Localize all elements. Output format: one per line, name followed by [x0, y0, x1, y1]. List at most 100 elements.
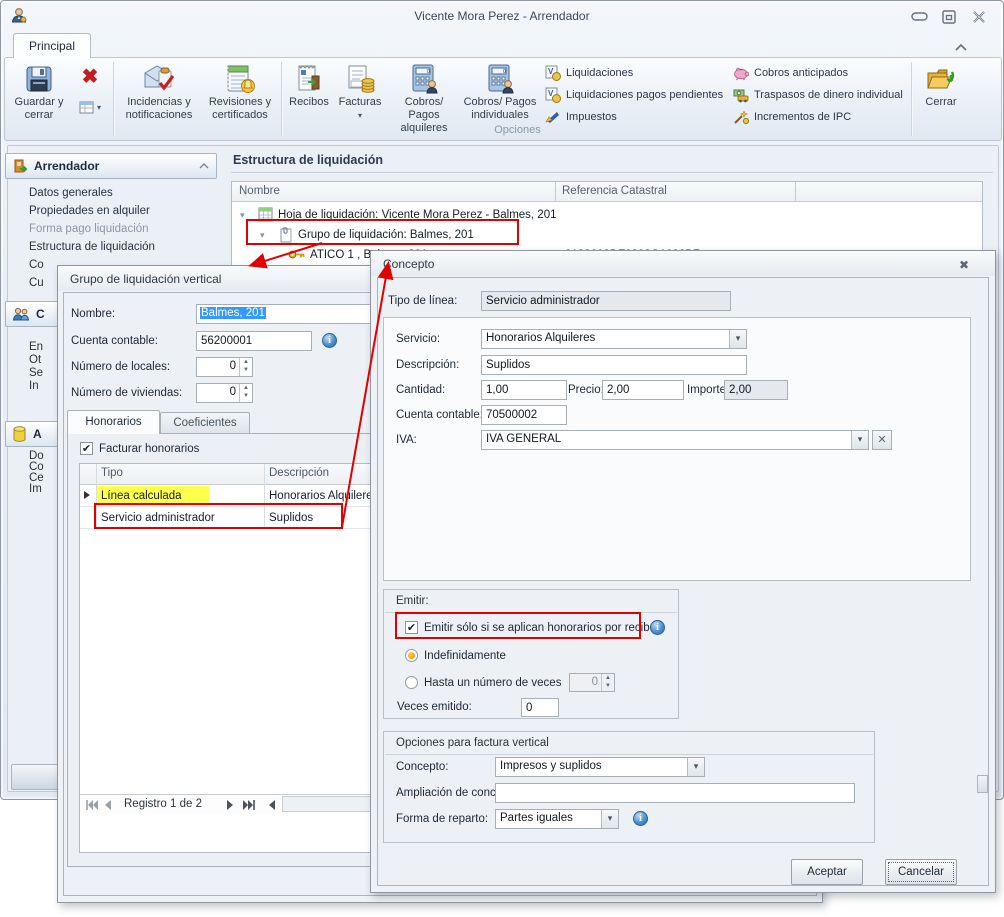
precio-input[interactable]: [602, 380, 684, 400]
first-record-button[interactable]: [85, 800, 99, 813]
cerrar-button[interactable]: Cerrar: [915, 62, 967, 109]
forma-reparto-combo[interactable]: Partes iguales ▾: [495, 809, 619, 829]
list-options-button[interactable]: ▾: [69, 96, 111, 118]
cell-tipo: Servicio administrador: [101, 512, 215, 524]
column-header-tipo[interactable]: Tipo: [101, 467, 123, 479]
cell-descripcion: Honorarios Alquileres: [269, 490, 378, 502]
maximize-button[interactable]: [941, 10, 957, 23]
spinner-arrows-icon[interactable]: ▲▼: [601, 674, 614, 691]
cobros-pagos-alquileres-button[interactable]: 0 Cobros/ Pagos alquileres: [389, 62, 459, 135]
aceptar-button[interactable]: Aceptar: [791, 859, 863, 885]
incrementos-ipc-item[interactable]: Incrementos de IPC: [733, 108, 851, 126]
revisiones-button[interactable]: Revisiones y certificados: [201, 62, 279, 122]
selected-text: Balmes, 201: [200, 307, 266, 319]
concepto-dialog-title[interactable]: Concepto: [371, 251, 995, 276]
sidebar-item-clipped[interactable]: En: [29, 341, 43, 353]
expand-icon[interactable]: ▾: [240, 210, 245, 221]
column-header-nombre[interactable]: Nombre: [239, 185, 280, 197]
tab-principal[interactable]: Principal: [13, 33, 91, 58]
iva-combo[interactable]: IVA GENERAL ▾: [481, 430, 869, 450]
dropdown-arrow-icon: ▾: [97, 103, 101, 112]
facturar-honorarios-label: Facturar honorarios: [99, 443, 199, 455]
last-record-button[interactable]: [242, 800, 256, 813]
hasta-numero-radio[interactable]: [405, 676, 418, 689]
collapse-ribbon-icon[interactable]: [953, 39, 969, 57]
liquidaciones-pendientes-item[interactable]: V Liquidaciones pagos pendientes: [545, 86, 723, 104]
hasta-numero-stepper[interactable]: 0 ▲▼: [569, 673, 615, 692]
dropdown-arrow-icon[interactable]: ▾: [851, 431, 868, 449]
sidebar-item-clipped[interactable]: Im: [29, 483, 42, 495]
liquidaciones-item[interactable]: V Liquidaciones: [545, 64, 633, 82]
cuenta-contable-input[interactable]: [196, 331, 312, 351]
close-button[interactable]: [971, 10, 987, 23]
numero-viviendas-stepper[interactable]: 0 ▲▼: [196, 383, 253, 403]
info-icon[interactable]: i: [322, 333, 337, 348]
dropdown-arrow-icon[interactable]: ▾: [601, 810, 618, 828]
cobros-pagos-individuales-button[interactable]: 0 Cobros/ Pagos individuales: [461, 62, 539, 122]
sidebar-item-estructura[interactable]: Estructura de liquidación: [29, 241, 155, 253]
sidebar-item-clipped-2[interactable]: Cu: [29, 277, 44, 289]
sidebar-item-clipped-1[interactable]: Co: [29, 259, 44, 271]
tab-coeficientes[interactable]: Coeficientes: [160, 412, 250, 434]
cuenta-contable-input[interactable]: [481, 405, 567, 425]
next-record-button[interactable]: [226, 800, 234, 813]
delete-button[interactable]: ✖: [71, 64, 109, 92]
minimize-button[interactable]: [909, 10, 931, 23]
emitir-caption: Emitir:: [396, 595, 429, 607]
dialog-close-icon[interactable]: ✖: [959, 258, 969, 272]
combo-value: Partes iguales: [500, 812, 573, 824]
column-header-referencia[interactable]: Referencia Catastral: [562, 185, 667, 197]
column-divider: [795, 182, 796, 202]
traspasos-item[interactable]: Traspasos de dinero individual: [733, 86, 903, 104]
info-icon[interactable]: i: [650, 620, 665, 635]
scroll-left-button[interactable]: [268, 800, 276, 813]
ribbon: Guardar y cerrar ✖ ▾: [4, 57, 1002, 141]
cuenta-contable-label: Cuenta contable:: [396, 409, 483, 421]
dropdown-arrow-icon[interactable]: ▾: [687, 758, 704, 776]
close-folder-icon: [924, 62, 958, 96]
ampliacion-input[interactable]: [495, 783, 855, 803]
concepto-combo[interactable]: Impresos y suplidos ▾: [495, 757, 705, 777]
expand-icon[interactable]: ▾: [260, 230, 265, 241]
descripcion-input[interactable]: [481, 355, 747, 375]
recibos-icon: [292, 62, 326, 96]
sidebar-item-propiedades[interactable]: Propiedades en alquiler: [29, 205, 150, 217]
cancelar-button[interactable]: Cancelar: [885, 859, 957, 885]
facturar-honorarios-checkbox[interactable]: ✔: [80, 442, 93, 455]
liquidaciones-pendientes-label: Liquidaciones pagos pendientes: [566, 89, 723, 101]
spinner-arrows-icon[interactable]: ▲▼: [239, 384, 252, 402]
ribbon-separator: [281, 62, 282, 136]
sidebar-item-clipped[interactable]: In: [29, 380, 39, 392]
facturas-button[interactable]: Facturas ▾: [333, 62, 387, 122]
sidebar-item-forma-pago[interactable]: Forma pago liquidación: [29, 223, 149, 235]
sidebar-group-arrendador[interactable]: Arrendador: [5, 153, 217, 179]
veces-emitido-input[interactable]: [521, 698, 559, 717]
title-divider: [231, 172, 993, 173]
calculator-icon: 0: [407, 62, 441, 96]
cantidad-label: Cantidad:: [396, 384, 445, 396]
tree-row-grupo[interactable]: ▾ Grupo de liquidación: Balmes, 201: [232, 226, 982, 246]
piggy-bank-icon: [733, 65, 749, 81]
incidencias-button[interactable]: Incidencias y notificaciones: [117, 62, 201, 122]
cobros-individuales-label: Cobros/ Pagos individuales: [461, 96, 539, 122]
emitir-solo-checkbox[interactable]: ✔: [405, 621, 418, 634]
prev-record-button[interactable]: [104, 800, 112, 813]
sidebar-item-clipped[interactable]: Se: [29, 367, 43, 379]
cantidad-input[interactable]: [481, 380, 567, 400]
column-header-descripcion[interactable]: Descripción: [269, 467, 329, 479]
cobros-anticipados-item[interactable]: Cobros anticipados: [733, 64, 848, 82]
sidebar-item-clipped[interactable]: Ot: [29, 354, 41, 366]
dropdown-arrow-icon[interactable]: ▾: [729, 330, 746, 348]
spinner-arrows-icon[interactable]: ▲▼: [239, 358, 252, 376]
recibos-button[interactable]: Recibos: [285, 62, 333, 109]
indefinidamente-radio[interactable]: [405, 649, 418, 662]
people-icon: [12, 307, 30, 322]
info-icon[interactable]: i: [633, 811, 648, 826]
numero-locales-stepper[interactable]: 0 ▲▼: [196, 357, 253, 377]
tree-row-hoja[interactable]: ▾ Hoja de liquidación: Vicente Mora Pere…: [232, 206, 982, 226]
sidebar-item-datos-generales[interactable]: Datos generales: [29, 187, 113, 199]
iva-clear-button[interactable]: ✕: [872, 430, 892, 450]
tab-honorarios[interactable]: Honorarios: [67, 410, 160, 434]
servicio-combo[interactable]: Honorarios Alquileres ▾: [481, 329, 747, 349]
guardar-y-cerrar-button[interactable]: Guardar y cerrar: [10, 62, 68, 122]
